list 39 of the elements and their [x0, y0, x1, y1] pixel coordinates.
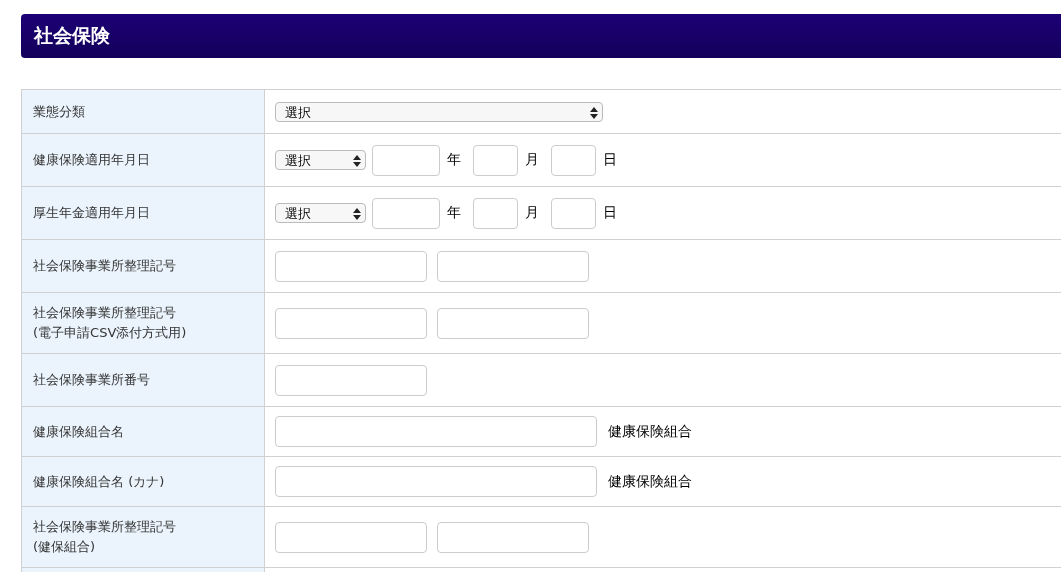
select-dropdown[interactable]: 選択	[275, 101, 603, 122]
field-label: 社会保険事業所整理記号 (電子申請CSV添付方式用)	[33, 304, 187, 342]
unit-label: 健康保険組合	[608, 472, 692, 491]
unit-label: 日	[603, 151, 617, 169]
input-field[interactable]	[275, 250, 427, 282]
unit-label: 年	[447, 151, 461, 169]
field-label: 健康保険組合名 (カナ)	[33, 472, 165, 491]
input-field[interactable]	[551, 197, 596, 229]
field-label: 業態分類	[33, 102, 85, 121]
unit-label: 日	[603, 204, 617, 222]
input-field[interactable]	[473, 197, 518, 229]
field-label: 健康保険適用年月日	[33, 151, 150, 169]
unit-label: 健康保険組合	[608, 422, 692, 441]
input-field[interactable]	[551, 144, 596, 176]
field-label: 厚生年金適用年月日	[33, 204, 150, 222]
field-label: 健康保険組合名	[33, 422, 124, 441]
input-field[interactable]	[372, 144, 440, 176]
input-field[interactable]	[372, 197, 440, 229]
unit-label: 月	[525, 151, 539, 169]
input-field[interactable]	[275, 416, 597, 447]
input-field[interactable]	[473, 144, 518, 176]
updown-arrows-icon	[353, 208, 361, 220]
input-field[interactable]	[275, 466, 597, 497]
select-dropdown[interactable]: 選択	[275, 203, 366, 223]
input-field[interactable]	[437, 250, 589, 282]
input-field[interactable]	[275, 307, 427, 339]
unit-label: 年	[447, 204, 461, 222]
unit-label: 月	[525, 204, 539, 222]
input-field[interactable]	[275, 364, 427, 396]
select-dropdown[interactable]: 選択	[275, 150, 366, 170]
input-field[interactable]	[275, 521, 427, 553]
field-label: 社会保険事業所整理記号	[33, 257, 176, 275]
field-label: 社会保険事業所番号	[33, 371, 150, 389]
field-label: 社会保険事業所整理記号 (健保組合)	[33, 518, 176, 556]
updown-arrows-icon	[353, 155, 361, 167]
input-field[interactable]	[437, 521, 589, 553]
input-field[interactable]	[437, 307, 589, 339]
updown-arrows-icon	[590, 106, 598, 119]
section-title: 社会保険	[34, 23, 110, 48]
